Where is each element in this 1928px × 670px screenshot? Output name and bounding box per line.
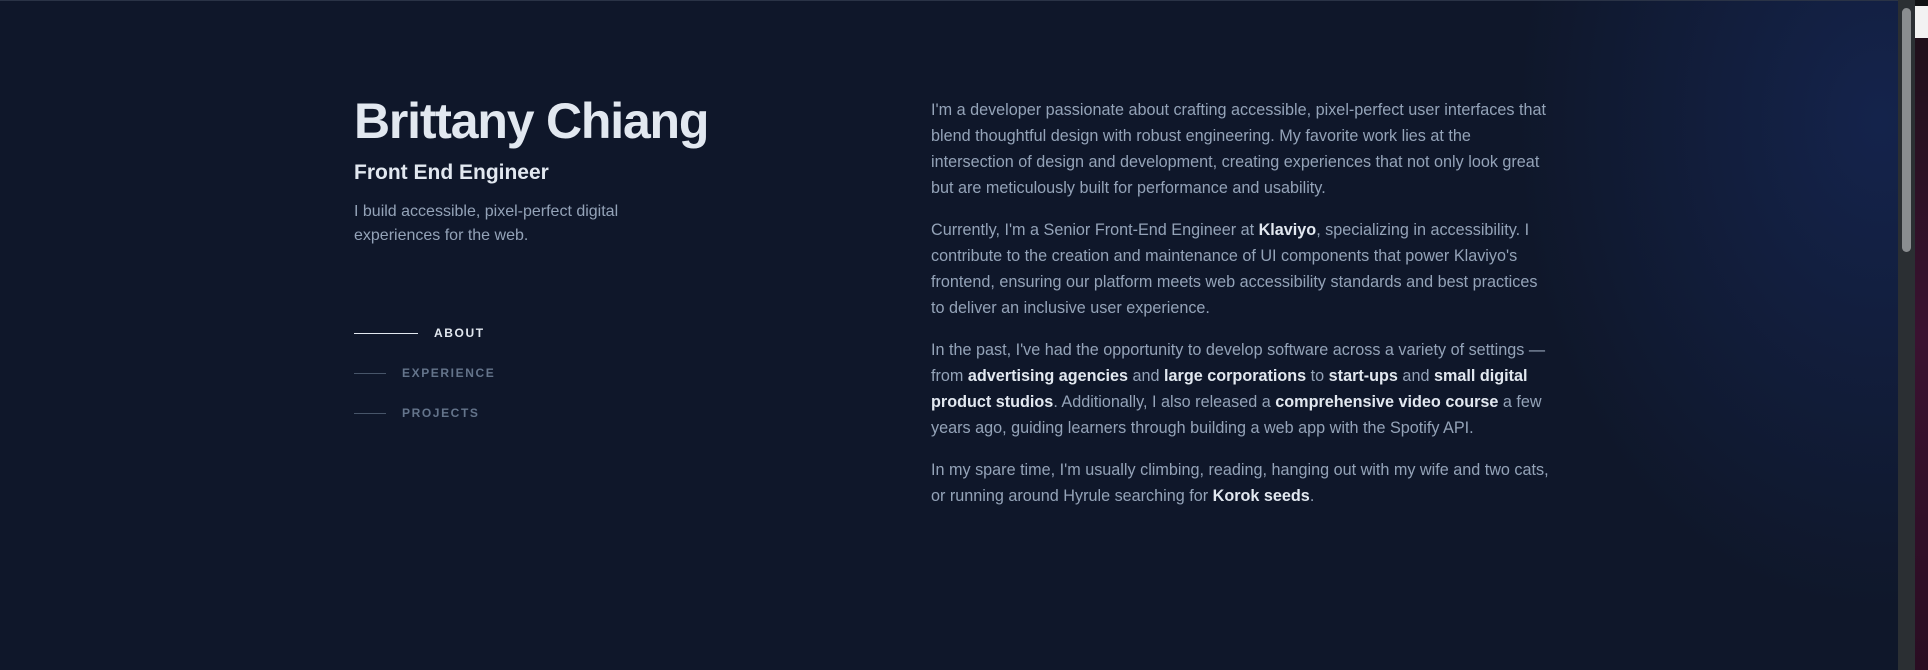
nav-indicator-line <box>354 412 386 414</box>
about-paragraph-1: I'm a developer passionate about craftin… <box>931 101 1546 197</box>
text-segment: . Additionally, I also released a <box>1053 393 1276 411</box>
nav-label-projects: PROJECTS <box>402 406 480 420</box>
vertical-scrollbar[interactable] <box>1898 0 1915 670</box>
profile-tagline: I build accessible, pixel-perfect digita… <box>354 203 619 244</box>
link-klaviyo[interactable]: Klaviyo <box>1259 221 1317 239</box>
text-segment: and <box>1128 367 1165 385</box>
profile-role: Front End Engineer <box>354 161 549 184</box>
link-korok-seeds[interactable]: Korok seeds <box>1213 487 1310 505</box>
about-paragraph-4: In my spare time, I'm usually climbing, … <box>931 457 1551 509</box>
about-section: I'm a developer passionate about craftin… <box>931 97 1551 525</box>
about-paragraph-2: Currently, I'm a Senior Front-End Engine… <box>931 217 1551 321</box>
link-start-ups[interactable]: start-ups <box>1329 367 1398 385</box>
page-viewport: Brittany Chiang Front End Engineer I bui… <box>0 0 1898 670</box>
text-segment: and <box>1397 367 1434 385</box>
nav-label-experience: EXPERIENCE <box>402 366 496 380</box>
profile-header: Brittany Chiang Front End Engineer I bui… <box>354 91 774 248</box>
text-segment: . <box>1309 487 1315 505</box>
link-comprehensive-video-course[interactable]: comprehensive video course <box>1275 393 1498 411</box>
profile-name[interactable]: Brittany Chiang <box>354 91 774 151</box>
scrollbar-thumb[interactable] <box>1902 8 1911 252</box>
nav-item-experience[interactable]: EXPERIENCE <box>354 363 495 383</box>
about-paragraph-3: In the past, I've had the opportunity to… <box>931 337 1551 441</box>
nav-indicator-line <box>354 332 418 334</box>
text-segment: Currently, I'm a Senior Front-End Engine… <box>931 221 1259 239</box>
link-large-corporations[interactable]: large corporations <box>1164 367 1306 385</box>
nav-label-about: ABOUT <box>434 326 485 340</box>
link-advertising-agencies[interactable]: advertising agencies <box>968 367 1128 385</box>
nav-indicator-line <box>354 372 386 374</box>
adjacent-window-edge <box>1915 0 1928 670</box>
section-nav: ABOUT EXPERIENCE PROJECTS <box>354 323 495 443</box>
nav-item-about[interactable]: ABOUT <box>354 323 495 343</box>
adjacent-window-tab <box>1915 6 1928 38</box>
text-segment: to <box>1306 367 1329 385</box>
nav-item-projects[interactable]: PROJECTS <box>354 403 495 423</box>
